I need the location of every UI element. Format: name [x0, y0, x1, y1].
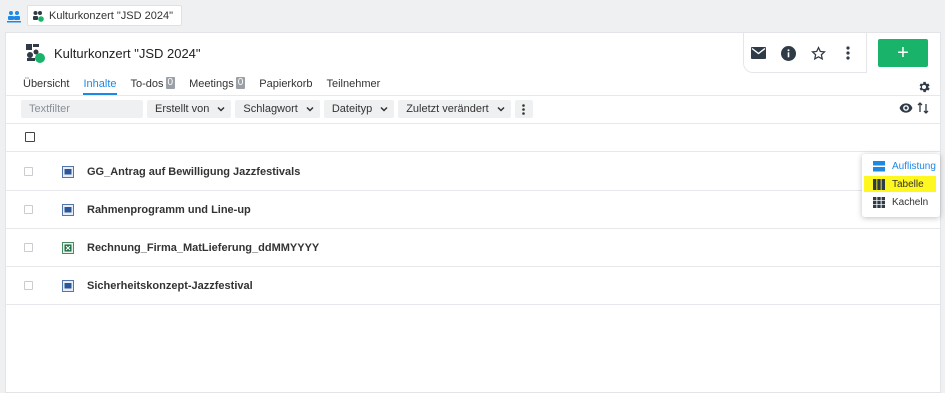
- add-button[interactable]: +: [878, 39, 928, 67]
- tabs-divider: [6, 95, 940, 96]
- chevron-down-icon: [497, 106, 505, 112]
- list-item[interactable]: Sicherheitskonzept-Jazzfestival: [6, 267, 940, 305]
- room-breadcrumb-tab[interactable]: Kulturkonzert "JSD 2024": [27, 5, 182, 26]
- file-name[interactable]: GG_Antrag auf Bewilligung Jazzfestivals: [87, 166, 300, 178]
- file-type-filter[interactable]: Dateityp: [323, 100, 395, 118]
- star-icon: [810, 45, 826, 60]
- list-item[interactable]: GG_Antrag auf Bewilligung Jazzfestivals: [6, 153, 940, 191]
- tab-label: Meetings: [189, 78, 234, 90]
- count-badge: 0: [165, 77, 176, 89]
- word-document-icon: [62, 204, 74, 216]
- tab-contents[interactable]: Inhalte: [83, 77, 117, 95]
- keyword-filter[interactable]: Schlagwort: [235, 100, 320, 118]
- menu-item-table-view[interactable]: Tabelle: [864, 176, 936, 192]
- tab-label: Papierkorb: [259, 78, 313, 90]
- tab-overview[interactable]: Übersicht: [23, 77, 69, 95]
- excel-document-icon: [62, 242, 74, 254]
- tab-meetings[interactable]: Meetings 0: [189, 77, 246, 95]
- word-document-icon: [62, 166, 74, 178]
- last-modified-filter[interactable]: Zuletzt verändert: [398, 100, 511, 118]
- menu-item-label: Auflistung: [892, 160, 936, 172]
- room-title: Kulturkonzert "JSD 2024": [54, 46, 201, 61]
- favorite-button[interactable]: [803, 33, 833, 73]
- room-panel: Kulturkonzert "JSD 2024" + Übersicht Inh…: [5, 32, 941, 393]
- mail-icon: [750, 47, 766, 59]
- chevron-down-icon: [380, 106, 388, 112]
- tiles-view-icon: [873, 196, 885, 208]
- more-vertical-icon: [846, 46, 850, 60]
- info-button[interactable]: [773, 33, 803, 73]
- text-filter-input[interactable]: [21, 100, 143, 118]
- chevron-down-icon: [217, 106, 225, 112]
- file-name[interactable]: Rechnung_Firma_MatLieferung_ddMMYYYY: [87, 242, 319, 254]
- filter-label: Schlagwort: [243, 103, 298, 115]
- row-checkbox[interactable]: [24, 205, 33, 214]
- menu-item-label: Tabelle: [892, 178, 924, 190]
- chevron-down-icon: [306, 106, 314, 112]
- filter-bar: Erstellt von Schlagwort Dateityp Zuletzt…: [21, 100, 533, 118]
- room-header: Kulturkonzert "JSD 2024" +: [6, 33, 940, 73]
- top-breadcrumb-bar: Kulturkonzert "JSD 2024": [0, 0, 945, 32]
- gear-icon[interactable]: [917, 80, 931, 94]
- eye-icon[interactable]: [899, 102, 913, 114]
- filter-label: Zuletzt verändert: [406, 103, 489, 115]
- created-by-filter[interactable]: Erstellt von: [147, 100, 232, 118]
- file-name[interactable]: Rahmenprogramm und Line-up: [87, 204, 251, 216]
- filter-label: Dateityp: [331, 103, 373, 115]
- row-checkbox[interactable]: [24, 243, 33, 252]
- list-item[interactable]: Rechnung_Firma_MatLieferung_ddMMYYYY: [6, 229, 940, 267]
- word-document-icon: [62, 280, 74, 292]
- file-name[interactable]: Sicherheitskonzept-Jazzfestival: [87, 280, 253, 292]
- room-icon: [33, 10, 44, 22]
- rooms-home-button[interactable]: [4, 6, 24, 26]
- tab-label: Teilnehmer: [326, 78, 381, 90]
- more-vertical-icon: [522, 103, 526, 115]
- header-actions: [743, 33, 863, 73]
- select-all-checkbox[interactable]: [25, 132, 35, 142]
- menu-item-label: Kacheln: [892, 196, 929, 208]
- more-filters-button[interactable]: [514, 100, 533, 118]
- add-button-label: +: [897, 41, 909, 64]
- room-breadcrumb-label: Kulturkonzert "JSD 2024": [49, 9, 173, 22]
- mail-button[interactable]: [743, 33, 773, 73]
- tab-label: To-dos: [130, 78, 164, 90]
- table-view-icon: [873, 178, 885, 190]
- count-badge: 0: [235, 77, 246, 89]
- sort-icon[interactable]: [917, 102, 929, 114]
- rooms-icon: [7, 11, 21, 23]
- info-icon: [780, 45, 796, 61]
- tab-label: Inhalte: [83, 78, 117, 90]
- filter-label: Erstellt von: [155, 103, 210, 115]
- view-mode-menu: Auflistung Tabelle Kacheln: [862, 154, 940, 217]
- list-header: [6, 124, 940, 152]
- menu-item-tiles-view[interactable]: Kacheln: [864, 194, 936, 210]
- room-tabs: Übersicht Inhalte To-dos 0 Meetings 0 Papi…: [23, 77, 394, 95]
- list-view-icon: [873, 160, 885, 171]
- list-item[interactable]: Rahmenprogramm und Line-up: [6, 191, 940, 229]
- menu-item-list-view[interactable]: Auflistung: [864, 158, 936, 174]
- row-checkbox[interactable]: [24, 281, 33, 290]
- room-avatar-icon: [26, 44, 45, 63]
- tab-trash[interactable]: Papierkorb: [259, 77, 312, 95]
- view-controls: [899, 102, 929, 114]
- more-actions-button[interactable]: [833, 33, 863, 73]
- tab-label: Übersicht: [23, 78, 70, 90]
- row-checkbox[interactable]: [24, 167, 33, 176]
- tab-participants[interactable]: Teilnehmer: [327, 77, 381, 95]
- tab-todos[interactable]: To-dos 0: [131, 77, 176, 95]
